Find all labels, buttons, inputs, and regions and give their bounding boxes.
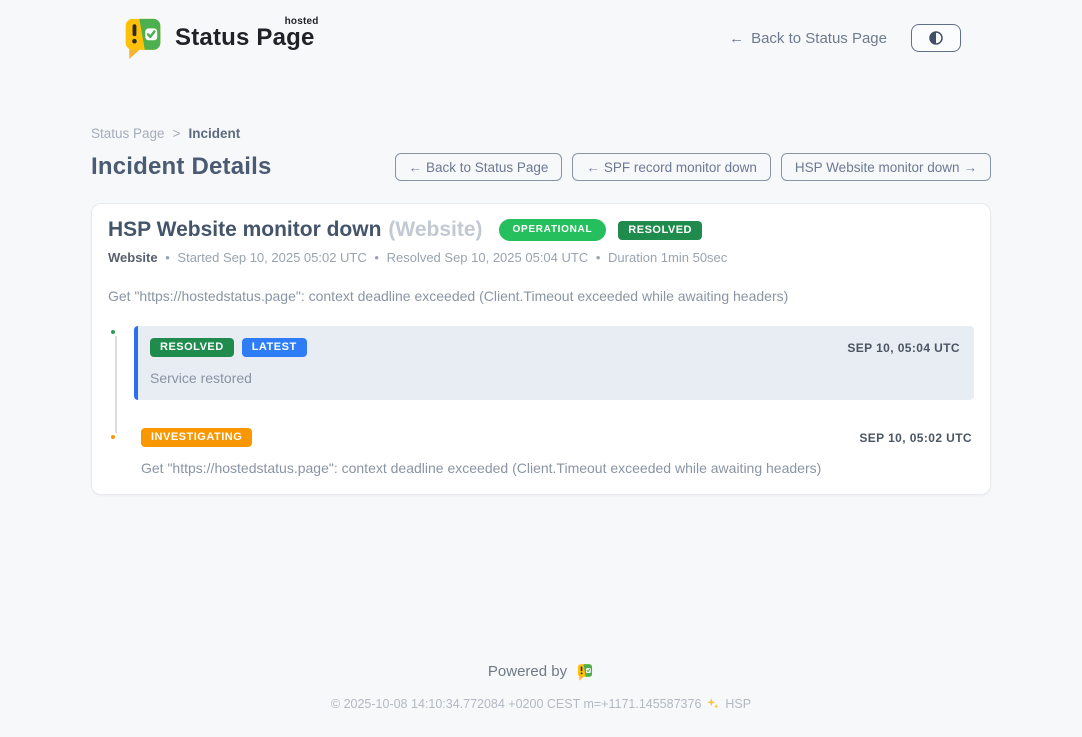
latest-badge: LATEST: [242, 338, 307, 357]
back-button-label: Back to Status Page: [426, 160, 548, 175]
copyright-text: © 2025-10-08 14:10:34.772084 +0200 CEST …: [331, 697, 702, 711]
incident-description: Get "https://hostedstatus.page": context…: [108, 288, 974, 304]
meta-service: Website: [108, 250, 158, 265]
timeline-entry-resolved: RESOLVED LATEST SEP 10, 05:04 UTC Servic…: [108, 326, 974, 400]
timeline-timestamp: SEP 10, 05:02 UTC: [859, 431, 972, 445]
resolved-state-badge: RESOLVED: [618, 221, 702, 240]
breadcrumb-status-page-link[interactable]: Status Page: [91, 126, 165, 141]
prev-incident-button[interactable]: ← SPF record monitor down: [572, 153, 771, 181]
operational-status-badge: OPERATIONAL: [499, 219, 607, 241]
timeline-highlight-box: RESOLVED LATEST SEP 10, 05:04 UTC Servic…: [134, 326, 974, 400]
timeline-dot-orange: [108, 432, 118, 442]
page-footer: Powered by © 2025-10-08 14:10:34.772084 …: [0, 663, 1082, 737]
header-back-to-status-page-link[interactable]: ← Back to Status Page: [729, 30, 887, 47]
meta-started: Started Sep 10, 2025 05:02 UTC: [177, 250, 366, 265]
header-back-link-label: Back to Status Page: [751, 30, 887, 47]
prev-button-label: SPF record monitor down: [604, 160, 757, 175]
meta-resolved: Resolved Sep 10, 2025 05:04 UTC: [387, 250, 589, 265]
breadcrumb: Status Page > Incident: [91, 126, 991, 141]
copyright-brand: HSP: [725, 697, 751, 711]
app-header: Status Page hosted ← Back to Status Page: [0, 0, 1082, 76]
resolved-badge: RESOLVED: [150, 338, 234, 357]
meta-separator: •: [596, 250, 601, 265]
incident-timeline: RESOLVED LATEST SEP 10, 05:04 UTC Servic…: [108, 326, 974, 476]
meta-duration: Duration 1min 50sec: [608, 250, 727, 265]
timeline-timestamp: SEP 10, 05:04 UTC: [847, 341, 960, 355]
breadcrumb-separator: >: [173, 126, 181, 141]
brand-name: Status Page hosted: [175, 24, 315, 52]
powered-by-label: Powered by: [488, 663, 567, 680]
incident-nav-buttons: ← Back to Status Page ← SPF record monit…: [395, 153, 991, 181]
arrow-left-icon: ←: [586, 160, 600, 175]
next-button-label: HSP Website monitor down: [795, 160, 960, 175]
breadcrumb-incident: Incident: [188, 126, 240, 141]
brand-logo[interactable]: Status Page hosted: [121, 16, 315, 60]
page-title: Incident Details: [91, 153, 272, 181]
back-to-status-page-button[interactable]: ← Back to Status Page: [395, 153, 563, 181]
arrow-left-icon: ←: [729, 30, 744, 47]
sparkles-icon: [706, 697, 720, 711]
next-incident-button[interactable]: HSP Website monitor down →: [781, 153, 991, 181]
incident-title: HSP Website monitor down: [108, 218, 381, 242]
main-content: Status Page > Incident Incident Details …: [91, 76, 991, 495]
powered-by[interactable]: Powered by: [488, 663, 594, 681]
arrow-left-icon: ←: [409, 160, 423, 175]
brand-superscript: hosted: [285, 16, 319, 27]
contrast-half-circle-icon: [926, 28, 946, 48]
status-bubble-icon: [121, 16, 165, 60]
arrow-right-icon: →: [964, 160, 978, 175]
incident-card: HSP Website monitor down (Website) OPERA…: [91, 203, 991, 495]
investigating-badge: INVESTIGATING: [141, 428, 252, 447]
status-bubble-icon: [576, 663, 594, 681]
incident-service-name: (Website): [388, 218, 482, 242]
timeline-message: Service restored: [150, 370, 960, 386]
meta-separator: •: [165, 250, 170, 265]
theme-toggle-button[interactable]: [911, 24, 961, 52]
timeline-dot-green: [108, 327, 118, 337]
incident-meta: Website • Started Sep 10, 2025 05:02 UTC…: [108, 250, 974, 265]
timeline-message: Get "https://hostedstatus.page": context…: [141, 460, 972, 476]
copyright: © 2025-10-08 14:10:34.772084 +0200 CEST …: [0, 697, 1082, 711]
meta-separator: •: [374, 250, 379, 265]
timeline-entry-investigating: INVESTIGATING SEP 10, 05:02 UTC Get "htt…: [108, 428, 974, 476]
